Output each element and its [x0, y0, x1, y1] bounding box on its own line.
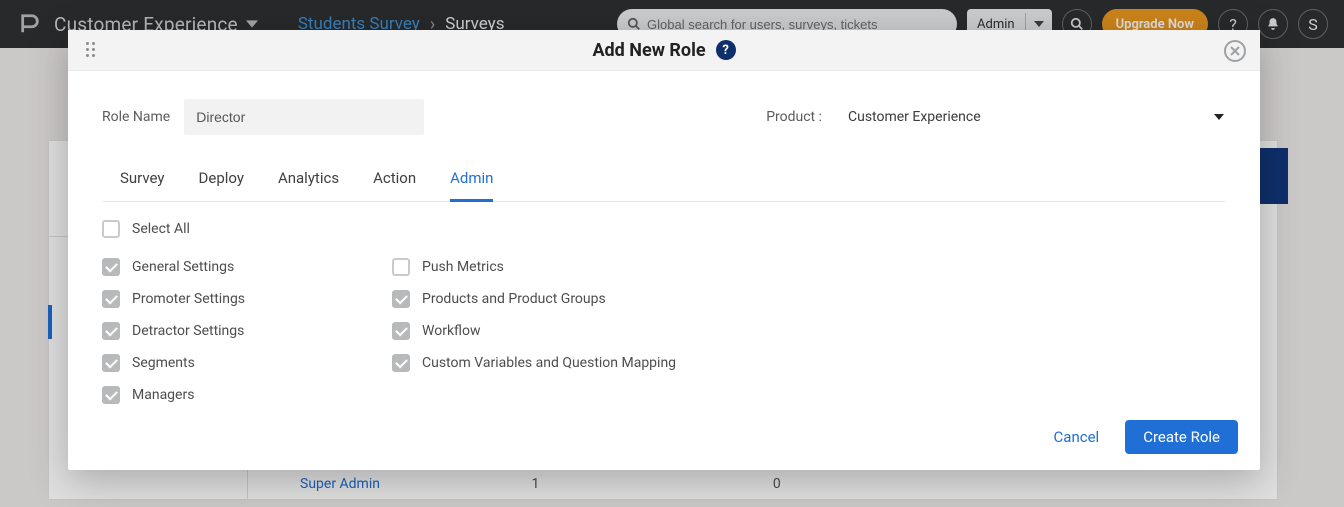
product-select-value: Customer Experience	[848, 109, 981, 125]
product-label: Product :	[766, 109, 822, 125]
checkbox-label: Select All	[132, 221, 190, 237]
checkbox-label: Promoter Settings	[132, 291, 245, 307]
add-role-modal: Add New Role ? Role Name Product : Custo…	[68, 30, 1260, 470]
tab-survey[interactable]: Survey	[120, 169, 165, 202]
checkbox-general-settings[interactable]: General Settings	[102, 258, 392, 276]
caret-down-icon	[1214, 112, 1224, 122]
modal-body: Role Name Product : Customer Experience …	[68, 71, 1260, 404]
modal-title-text: Add New Role	[592, 40, 705, 61]
checkbox-icon	[102, 258, 120, 276]
checkbox-segments[interactable]: Segments	[102, 354, 392, 372]
checkbox-label: General Settings	[132, 259, 234, 275]
modal-title: Add New Role ?	[592, 40, 735, 61]
checkbox-custom-variables-question-mapping[interactable]: Custom Variables and Question Mapping	[392, 354, 792, 372]
checkbox-promoter-settings[interactable]: Promoter Settings	[102, 290, 392, 308]
checkbox-icon	[392, 322, 410, 340]
modal-header: Add New Role ?	[68, 30, 1260, 71]
help-icon[interactable]: ?	[716, 40, 736, 60]
product-select[interactable]: Customer Experience	[846, 103, 1226, 131]
drag-handle-icon[interactable]	[86, 42, 102, 58]
modal-footer: Cancel Create Role	[68, 404, 1260, 470]
checkbox-label: Products and Product Groups	[422, 291, 606, 307]
tab-action[interactable]: Action	[373, 169, 416, 202]
checkbox-label: Workflow	[422, 323, 481, 339]
checkbox-managers[interactable]: Managers	[102, 386, 392, 404]
checkbox-products-product-groups[interactable]: Products and Product Groups	[392, 290, 792, 308]
checkbox-icon	[102, 322, 120, 340]
checkbox-push-metrics[interactable]: Push Metrics	[392, 258, 792, 276]
close-button[interactable]	[1224, 40, 1246, 62]
checkbox-icon	[102, 354, 120, 372]
checkbox-workflow[interactable]: Workflow	[392, 322, 792, 340]
tab-admin[interactable]: Admin	[450, 169, 493, 202]
checkbox-icon	[102, 386, 120, 404]
checkbox-label: Push Metrics	[422, 259, 504, 275]
checkbox-icon	[102, 290, 120, 308]
checkbox-icon	[392, 354, 410, 372]
checkbox-label: Segments	[132, 355, 195, 371]
permissions-list: Select All General Settings Promoter Set…	[102, 220, 1226, 404]
checkbox-label: Detractor Settings	[132, 323, 244, 339]
tab-analytics[interactable]: Analytics	[278, 169, 339, 202]
tab-deploy[interactable]: Deploy	[199, 169, 244, 202]
checkbox-label: Managers	[132, 387, 194, 403]
role-name-label: Role Name	[102, 109, 170, 125]
permission-tabs: Survey Deploy Analytics Action Admin	[102, 169, 1226, 202]
checkbox-label: Custom Variables and Question Mapping	[422, 355, 676, 371]
checkbox-icon	[392, 258, 410, 276]
create-role-button[interactable]: Create Role	[1125, 420, 1238, 454]
checkbox-detractor-settings[interactable]: Detractor Settings	[102, 322, 392, 340]
checkbox-select-all[interactable]: Select All	[102, 220, 392, 238]
checkbox-icon	[102, 220, 120, 238]
checkbox-icon	[392, 290, 410, 308]
role-name-input[interactable]	[184, 99, 424, 135]
cancel-button[interactable]: Cancel	[1054, 428, 1100, 446]
